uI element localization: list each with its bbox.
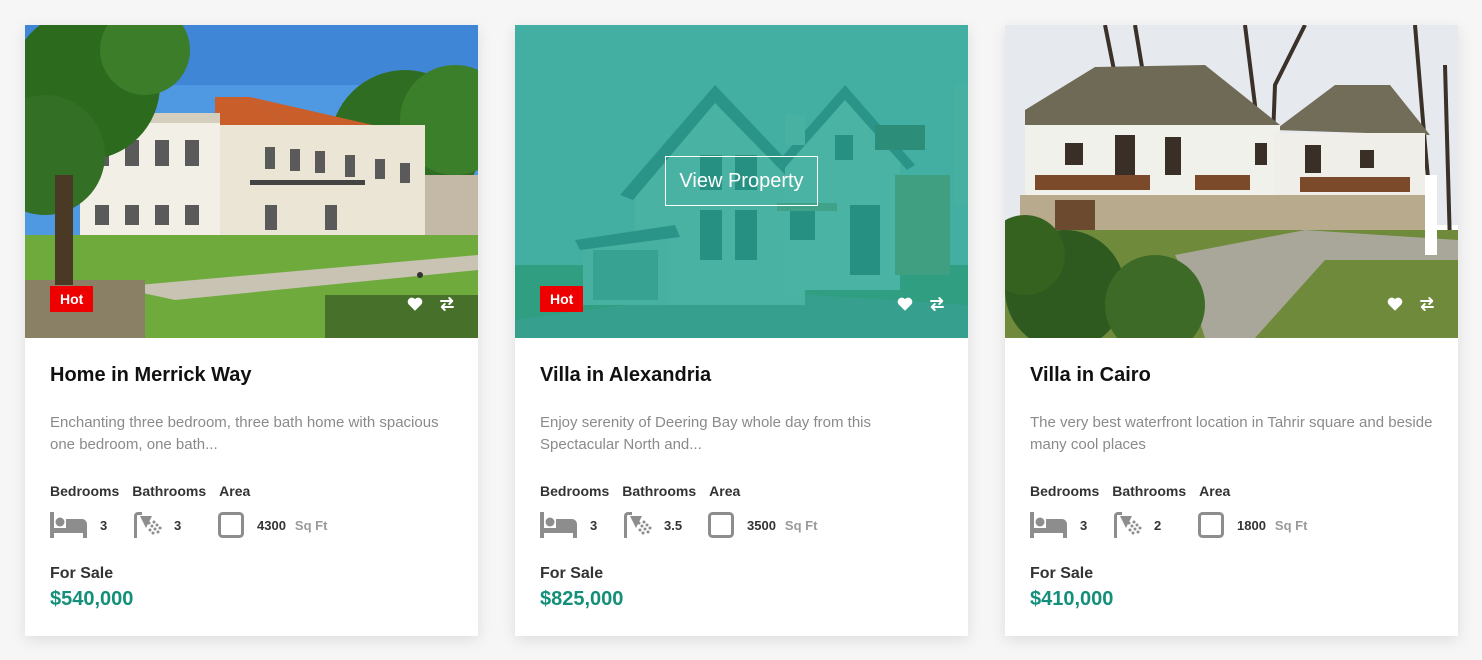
- bedrooms-value: 3: [100, 517, 108, 533]
- listing-status: For Sale: [1030, 565, 1094, 582]
- property-title[interactable]: Villa in Alexandria: [540, 364, 943, 386]
- bathrooms-value: 3.5: [664, 517, 683, 533]
- bedrooms-label: Bedrooms: [540, 483, 610, 499]
- bedrooms-value: 3: [590, 517, 598, 533]
- property-photo[interactable]: Hot: [25, 25, 478, 338]
- bathrooms-label: Bathrooms: [622, 483, 697, 499]
- area-square-icon: [708, 512, 734, 538]
- heart-icon[interactable]: [896, 295, 914, 313]
- house-photo-cairo: [1005, 25, 1458, 338]
- bathrooms-value: 2: [1154, 517, 1162, 533]
- area-value: 3500: [747, 517, 776, 533]
- bedrooms-value: 3: [1080, 517, 1088, 533]
- swap-icon[interactable]: [928, 295, 946, 313]
- hot-badge: Hot: [50, 286, 94, 312]
- property-description: Enchanting three bedroom, three bath hom…: [50, 414, 439, 453]
- area-unit: Sq Ft: [1274, 517, 1308, 533]
- bathrooms-label: Bathrooms: [132, 483, 207, 499]
- property-title[interactable]: Villa in Cairo: [1030, 364, 1433, 386]
- bed-icon: [50, 512, 87, 538]
- property-card[interactable]: Hot Home in Merrick Way Enchanting three…: [25, 25, 478, 636]
- bedrooms-label: Bedrooms: [1030, 483, 1100, 499]
- heart-icon[interactable]: [1386, 295, 1404, 313]
- property-description: The very best waterfront location in Tah…: [1030, 414, 1433, 453]
- bathrooms-value: 3: [174, 517, 182, 533]
- bathrooms-label: Bathrooms: [1112, 483, 1187, 499]
- property-photo[interactable]: View Property Hot: [515, 25, 968, 338]
- hot-badge: Hot: [540, 286, 584, 312]
- area-unit: Sq Ft: [294, 517, 328, 533]
- heart-icon[interactable]: [406, 295, 424, 313]
- listing-price: $410,000: [1030, 588, 1114, 610]
- shower-icon: [1114, 512, 1142, 538]
- bed-icon: [540, 512, 577, 538]
- bedrooms-label: Bedrooms: [50, 483, 120, 499]
- area-label: Area: [219, 483, 251, 499]
- property-photo[interactable]: [1005, 25, 1458, 338]
- listing-price: $825,000: [540, 588, 624, 610]
- property-card[interactable]: Villa in Cairo The very best waterfront …: [1005, 25, 1458, 636]
- listing-status: For Sale: [50, 565, 114, 582]
- area-value: 1800: [1237, 517, 1266, 533]
- area-label: Area: [709, 483, 741, 499]
- shower-icon: [134, 512, 162, 538]
- swap-icon[interactable]: [438, 295, 456, 313]
- area-value: 4300: [257, 517, 286, 533]
- property-card[interactable]: View Property Hot Villa in Alexandria En…: [515, 25, 968, 636]
- shower-icon: [624, 512, 652, 538]
- swap-icon[interactable]: [1418, 295, 1436, 313]
- listing-status: For Sale: [540, 565, 604, 582]
- property-description: Enjoy serenity of Deering Bay whole day …: [540, 414, 871, 453]
- view-property-button[interactable]: View Property: [665, 156, 818, 206]
- area-label: Area: [1199, 483, 1231, 499]
- property-title[interactable]: Home in Merrick Way: [50, 364, 453, 386]
- bed-icon: [1030, 512, 1067, 538]
- listing-price: $540,000: [50, 588, 134, 610]
- area-square-icon: [1198, 512, 1224, 538]
- area-square-icon: [218, 512, 244, 538]
- area-unit: Sq Ft: [784, 517, 818, 533]
